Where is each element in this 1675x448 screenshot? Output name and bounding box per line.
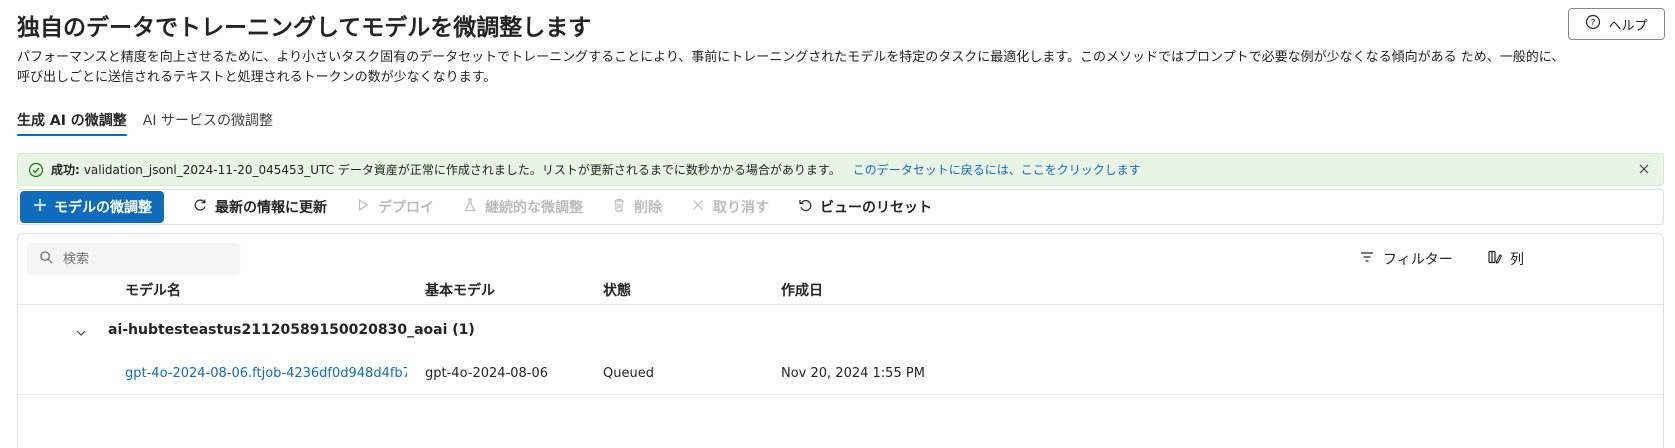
help-label: ヘルプ <box>1608 18 1648 34</box>
finetune-model-button[interactable]: モデルの微調整 <box>20 191 164 223</box>
tab-generative-ai-finetune[interactable]: 生成 AI の微調整 <box>17 110 127 136</box>
banner-link[interactable]: このデータセットに戻るには、ここをクリックします <box>853 161 1141 178</box>
close-icon <box>690 197 706 217</box>
svg-text:?: ? <box>1591 19 1596 29</box>
success-check-icon <box>28 162 44 178</box>
help-button[interactable]: ? ヘルプ <box>1568 8 1665 40</box>
continuous-finetune-button[interactable]: 継続的な微調整 <box>448 191 597 223</box>
tab-list: 生成 AI の微調整 AI サービスの微調整 <box>17 110 273 136</box>
refresh-button[interactable]: 最新の情報に更新 <box>178 191 341 223</box>
continuous-finetune-label: 継続的な微調整 <box>485 200 583 216</box>
search-box[interactable] <box>27 243 241 275</box>
play-icon <box>355 197 371 217</box>
header-divider <box>18 304 1663 305</box>
delete-label: 削除 <box>634 200 662 216</box>
help-icon: ? <box>1585 14 1601 34</box>
cancel-label: 取り消す <box>713 200 769 216</box>
banner-message: validation_jsonl_2024-11-20_045453_UTC デ… <box>83 163 841 177</box>
banner-title: 成功: <box>51 163 80 177</box>
column-edit-icon <box>1487 249 1503 269</box>
delete-button[interactable]: 削除 <box>597 191 676 223</box>
reset-view-label: ビューのリセット <box>820 200 932 216</box>
status-cell: Queued <box>603 366 654 381</box>
finetune-model-label: モデルの微調整 <box>54 200 152 216</box>
filter-label: フィルター <box>1383 252 1453 268</box>
flask-icon <box>462 197 478 217</box>
group-label: ai-hubtesteastus21120589150020830_aoai (… <box>108 322 475 338</box>
tab-ai-services-finetune[interactable]: AI サービスの微調整 <box>143 110 273 136</box>
row-divider <box>18 394 1663 395</box>
column-header-base-model[interactable]: 基本モデル <box>425 276 495 304</box>
column-header-created[interactable]: 作成日 <box>781 276 823 304</box>
table-row[interactable]: gpt-4o-2024-08-06.ftjob-4236df0d948d4fb7… <box>18 356 1663 394</box>
column-header-model-name[interactable]: モデル名 <box>125 276 181 304</box>
columns-label: 列 <box>1510 252 1524 268</box>
close-icon[interactable] <box>1637 162 1651 176</box>
deploy-label: デプロイ <box>378 200 434 216</box>
plus-icon <box>32 197 48 217</box>
deploy-button[interactable]: デプロイ <box>341 191 448 223</box>
columns-button[interactable]: 列 <box>1487 249 1524 269</box>
cancel-button[interactable]: 取り消す <box>676 191 783 223</box>
filter-button[interactable]: フィルター <box>1359 249 1453 269</box>
refresh-label: 最新の情報に更新 <box>215 200 327 216</box>
success-banner: 成功: validation_jsonl_2024-11-20_045453_U… <box>17 153 1664 186</box>
command-toolbar: モデルの微調整 最新の情報に更新 デプロイ 継続的な微調整 削除 取り消す ビュ… <box>17 189 1664 225</box>
column-header-status[interactable]: 状態 <box>603 276 631 304</box>
chevron-down-icon[interactable] <box>74 325 88 339</box>
model-name-link[interactable]: gpt-4o-2024-08-06.ftjob-4236df0d948d4fb7… <box>125 366 407 381</box>
page-title: 独自のデータでトレーニングしてモデルを微調整します <box>17 15 592 41</box>
page-description: パフォーマンスと精度を向上させるために、より小さいタスク固有のデータセットでトレ… <box>17 50 1565 85</box>
created-cell: Nov 20, 2024 1:55 PM <box>781 366 925 381</box>
finetune-jobs-grid: フィルター 列 モデル名 基本モデル 状態 作成日 ai-hubtesteast… <box>17 233 1664 448</box>
undo-icon <box>797 197 813 217</box>
filter-icon <box>1359 249 1375 269</box>
search-input[interactable] <box>63 251 233 267</box>
search-icon <box>39 250 54 269</box>
group-row[interactable]: ai-hubtesteastus21120589150020830_aoai (… <box>18 312 1663 352</box>
reset-view-button[interactable]: ビューのリセット <box>783 191 946 223</box>
trash-icon <box>611 197 627 217</box>
refresh-icon <box>192 197 208 217</box>
base-model-cell: gpt-4o-2024-08-06 <box>425 366 548 381</box>
